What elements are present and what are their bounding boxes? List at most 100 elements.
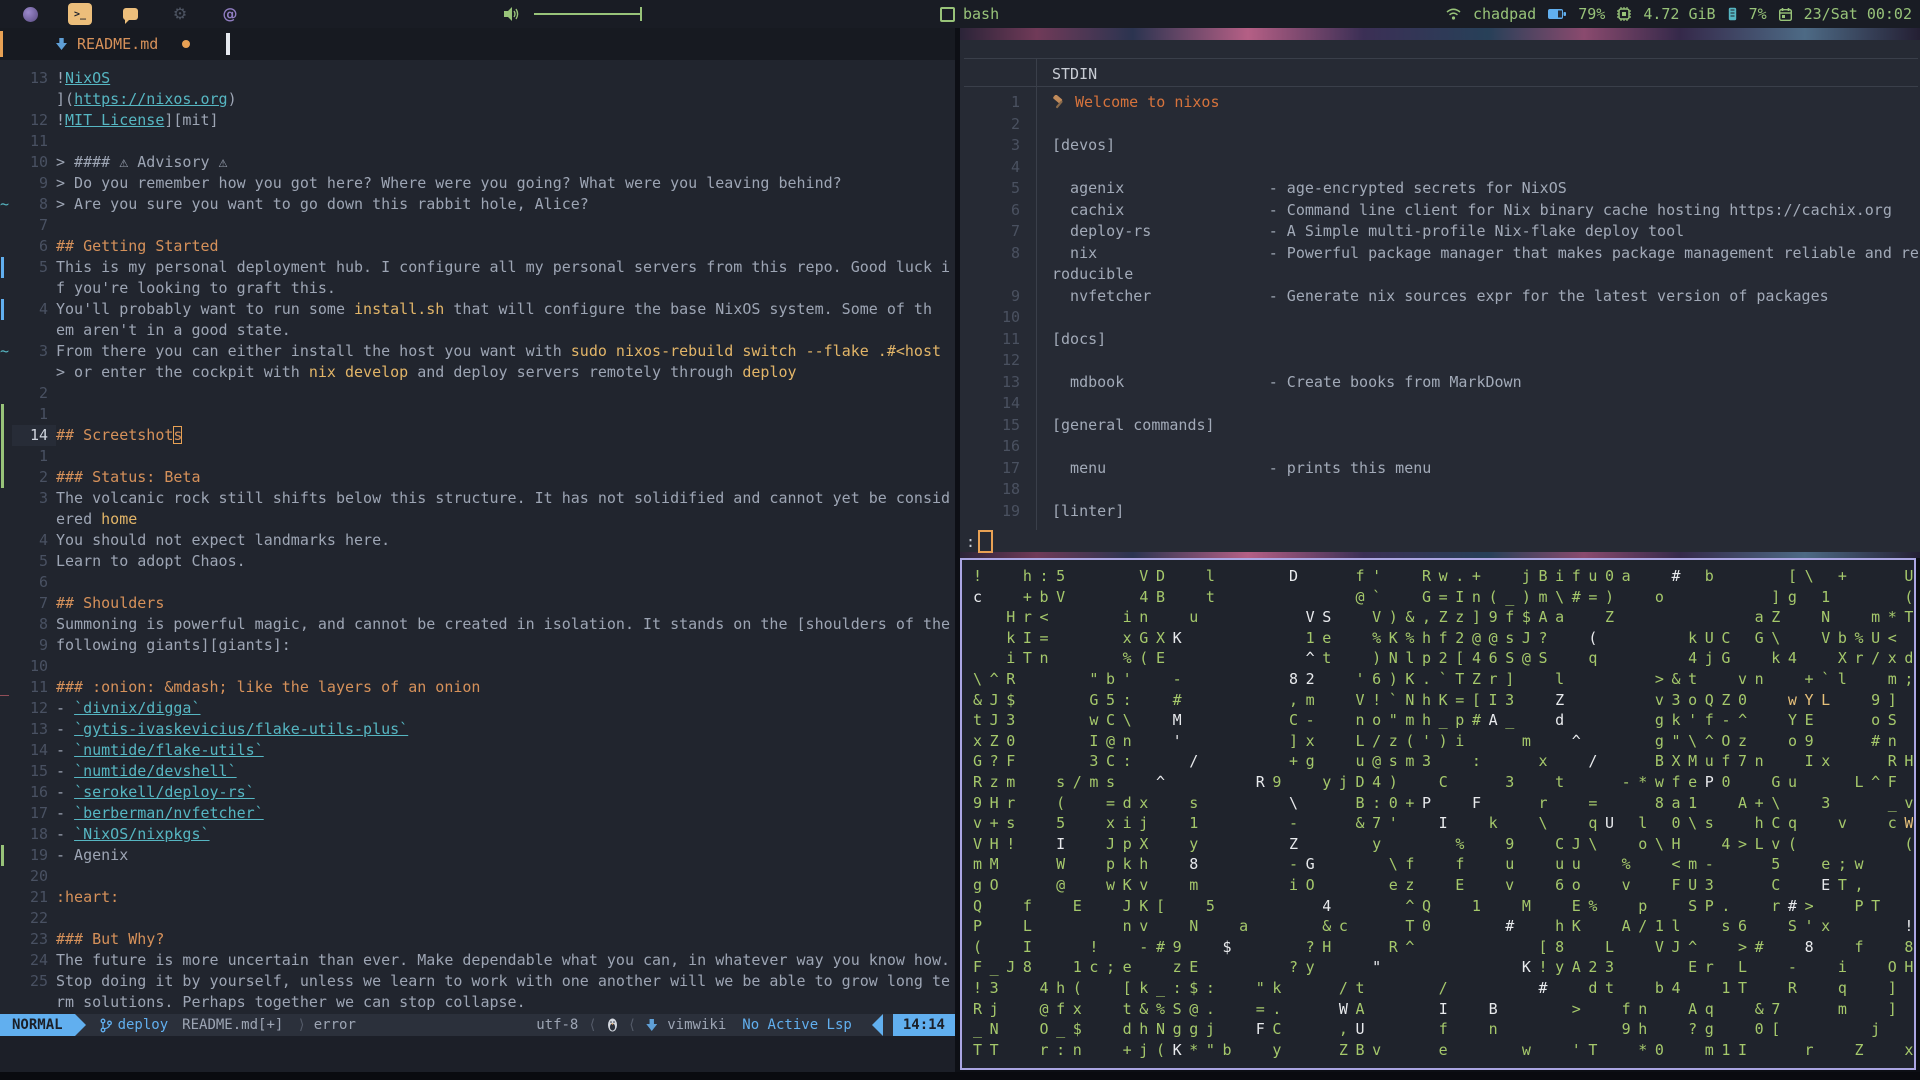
editor-line[interactable]: 6 ## Getting Started bbox=[0, 236, 955, 257]
editor-line[interactable]: 14 - `numtide/flake-utils` bbox=[0, 740, 955, 761]
line-number bbox=[12, 992, 56, 1013]
markdown-link[interactable]: `berberman/nvfetcher` bbox=[74, 804, 264, 822]
cpu-icon bbox=[1617, 7, 1632, 21]
editor-line[interactable]: 1 bbox=[0, 404, 955, 425]
top-bar: >_ ⚙ @ bash chadpad 79% 4.72 GiB 7% 23/S… bbox=[0, 0, 1920, 28]
editor-buffer[interactable]: 13 !NixOS](https://nixos.org) 12 !MIT Licen… bbox=[0, 68, 955, 1013]
command-line-area[interactable] bbox=[0, 1036, 955, 1072]
editor-line[interactable]: 11 bbox=[0, 131, 955, 152]
editor-line[interactable]: 5 Learn to adopt Chaos. bbox=[0, 551, 955, 572]
gutter-sign bbox=[0, 383, 12, 404]
git-branch-label[interactable]: deploy bbox=[118, 1017, 169, 1033]
editor-line[interactable]: 1 bbox=[0, 446, 955, 467]
editor-line[interactable]: 24 The future is more uncertain than ever… bbox=[0, 950, 955, 971]
terminal-icon[interactable]: >_ bbox=[68, 3, 92, 25]
editor-line[interactable]: 8 Summoning is powerful magic, and cannot… bbox=[0, 614, 955, 635]
line-text: ## Getting Started bbox=[56, 237, 219, 255]
editor-line[interactable]: 17 - `berberman/nvfetcher` bbox=[0, 803, 955, 824]
line-number bbox=[12, 320, 56, 341]
markdown-link[interactable]: MIT License bbox=[65, 111, 164, 129]
editor-line[interactable]: 19 - Agenix bbox=[0, 845, 955, 866]
terminal-line: 15 [general commands] bbox=[960, 415, 1920, 436]
editor-line[interactable]: 10 bbox=[0, 656, 955, 677]
pager-window[interactable]: STDIN 1 Welcome to nixos 2 3 [devos] 4 5 ageni… bbox=[960, 40, 1920, 553]
editor-line[interactable]: 12 !MIT License][mit] bbox=[0, 110, 955, 131]
firefox-icon[interactable] bbox=[18, 3, 42, 25]
editor-line[interactable]: 20 bbox=[0, 866, 955, 887]
pager-prompt[interactable]: : bbox=[966, 530, 994, 553]
editor-line[interactable]: 7 ## Shoulders bbox=[0, 593, 955, 614]
tab-accent-bar bbox=[0, 31, 3, 57]
markdown-link[interactable]: `NixOS/nixpkgs` bbox=[74, 825, 209, 843]
gutter-sign bbox=[0, 845, 12, 866]
editor-line[interactable]: 13 - `gytis-ivaskevicius/flake-utils-plus… bbox=[0, 719, 955, 740]
gutter-sign bbox=[0, 614, 12, 635]
markdown-link[interactable]: https://nixos.org bbox=[74, 90, 228, 108]
markdown-link[interactable]: `divnix/digga` bbox=[74, 699, 200, 717]
editor-line[interactable]: 7 bbox=[0, 215, 955, 236]
editor-line[interactable]: 16 - `serokell/deploy-rs` bbox=[0, 782, 955, 803]
editor-line[interactable]: 15 - `numtide/devshell` bbox=[0, 761, 955, 782]
editor-line[interactable]: 21:heart: bbox=[0, 887, 955, 908]
editor-line[interactable]: em aren't in a good state. bbox=[0, 320, 955, 341]
matrix-row: P L nv N a &c T0 # hK A/1l s6 S'x ! A bbox=[973, 917, 1913, 936]
terminal-line-text bbox=[1028, 436, 1052, 457]
markdown-link[interactable]: `gytis-ivaskevicius/flake-utils-plus` bbox=[74, 720, 408, 738]
terminal-line-number: 19 bbox=[1001, 501, 1020, 520]
markdown-link[interactable]: NixOS bbox=[65, 69, 110, 87]
editor-line[interactable]: 14 ## Screetshots bbox=[0, 425, 955, 446]
terminal-line: 18 bbox=[960, 479, 1920, 500]
editor-line[interactable]: _ 11 ### :onion: &mdash; like the layers o… bbox=[0, 677, 955, 698]
editor-line[interactable]: 18 - `NixOS/nixpkgs` bbox=[0, 824, 955, 845]
editor-line[interactable]: f you're looking to graft this. bbox=[0, 278, 955, 299]
gutter-sign bbox=[0, 320, 12, 341]
chat-icon[interactable] bbox=[118, 3, 142, 25]
editor-line[interactable]: ~3 From there you can either install the … bbox=[0, 341, 955, 362]
gutter-sign bbox=[0, 131, 12, 152]
volume-slider[interactable] bbox=[534, 7, 642, 21]
editor-line[interactable]: 5 This is my personal deployment hub. I c… bbox=[0, 257, 955, 278]
editor-line[interactable]: ](https://nixos.org) bbox=[0, 89, 955, 110]
editor-line[interactable]: 3 The volcanic rock still shifts below th… bbox=[0, 488, 955, 509]
gutter-sign bbox=[0, 992, 12, 1013]
editor-line[interactable]: 2 ### Status: Beta bbox=[0, 467, 955, 488]
editor-line[interactable]: 12 - `divnix/digga` bbox=[0, 698, 955, 719]
editor-line[interactable]: 25 Stop doing it by yourself, unless we l… bbox=[0, 971, 955, 992]
editor-line[interactable]: 9 following giants][giants]: bbox=[0, 635, 955, 656]
markdown-link[interactable]: `numtide/devshell` bbox=[74, 762, 237, 780]
editor-line[interactable]: > or enter the cockpit with nix develop … bbox=[0, 362, 955, 383]
line-text bbox=[56, 572, 955, 593]
editor-line[interactable]: 4 You should not expect landmarks here. bbox=[0, 530, 955, 551]
tab-readme[interactable]: README.md bbox=[0, 33, 231, 55]
line-text: ### Status: Beta bbox=[56, 468, 201, 486]
line-text: - `berberman/nvfetcher` bbox=[56, 804, 264, 822]
editor-line[interactable]: rm solutions. Perhaps together we can st… bbox=[0, 992, 955, 1013]
line-text: The volcanic rock still shifts below thi… bbox=[56, 489, 951, 507]
gutter-sign bbox=[0, 173, 12, 194]
editor-line[interactable]: ered home bbox=[0, 509, 955, 530]
editor-line[interactable]: 22 bbox=[0, 908, 955, 929]
terminal-line-number: 2 bbox=[1010, 114, 1020, 133]
markdown-link[interactable]: `serokell/deploy-rs` bbox=[74, 783, 255, 801]
editor-line[interactable]: 13 !NixOS bbox=[0, 68, 955, 89]
editor-line[interactable]: ~8 > Are you sure you want to go down thi… bbox=[0, 194, 955, 215]
line-number: 13 bbox=[29, 69, 48, 87]
matrix-row: _N O_$ dhNggj FC ,U f n 9h ?g 0[ j Tn bbox=[973, 1020, 1913, 1039]
editor-line[interactable]: 4 You'll probably want to run some instal… bbox=[0, 299, 955, 320]
editor-line[interactable]: 10 > #### ⚠ Advisory ⚠ bbox=[0, 152, 955, 173]
line-number: 22 bbox=[29, 909, 48, 927]
editor-line[interactable]: 23 ### But Why? bbox=[0, 929, 955, 950]
volume-control[interactable] bbox=[504, 7, 642, 21]
gear-icon[interactable]: ⚙ bbox=[168, 3, 192, 25]
terminal-line-number: 11 bbox=[1001, 329, 1020, 348]
gutter-sign bbox=[0, 887, 12, 908]
mastodon-icon[interactable]: @ bbox=[218, 3, 242, 25]
editor-line[interactable]: 2 bbox=[0, 383, 955, 404]
editor-line[interactable]: 9 > Do you remember how you got here? Whe… bbox=[0, 173, 955, 194]
line-number: 5 bbox=[38, 258, 48, 276]
markdown-link[interactable]: `numtide/flake-utils` bbox=[74, 741, 264, 759]
matrix-window[interactable]: ! h:5 VD l D f' Rw.+ jBifu0a # b [\ + U]… bbox=[960, 558, 1916, 1070]
editor-line[interactable]: 6 bbox=[0, 572, 955, 593]
workspace-icons: >_ ⚙ @ bbox=[0, 3, 242, 25]
terminal-line: 9 nvfetcher - Generate nix sources expr … bbox=[960, 286, 1920, 307]
